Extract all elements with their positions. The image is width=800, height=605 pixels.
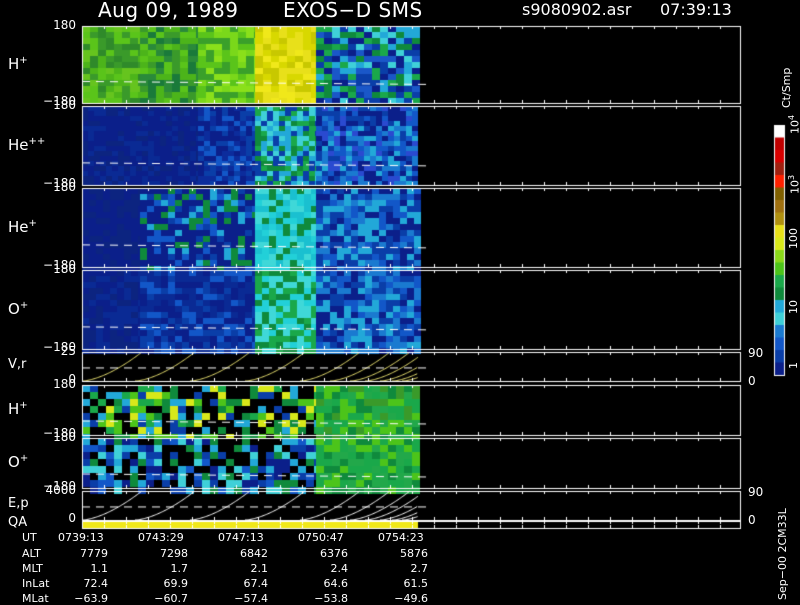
panel-label-hplus2: H+ <box>8 400 28 418</box>
ytick-max-vr: 25 <box>60 344 76 358</box>
table-row-label: UT <box>22 531 37 544</box>
colorbar-unit: Ct/Smp <box>780 67 793 108</box>
table-cell: −60.7 <box>154 592 188 605</box>
table-cell: 69.9 <box>163 577 189 590</box>
footer-note: Sep−00 2CM33L <box>776 508 789 600</box>
table-cell: 72.4 <box>83 577 109 590</box>
colorbar-tick: 10 <box>787 300 800 314</box>
colorbar-tick: 1 <box>787 362 800 369</box>
panel-label-qa: QA <box>8 514 28 530</box>
rtick-max-ep: 90 <box>748 485 764 499</box>
table-row-label: MLT <box>22 562 43 575</box>
table-cell: 0754:23 <box>378 531 424 544</box>
table-cell: 67.4 <box>243 577 269 590</box>
table-cell: 64.6 <box>323 577 349 590</box>
header-time: 07:39:13 <box>660 0 732 19</box>
rtick-min-vr: 0 <box>748 374 756 388</box>
colorbar-tick: 104 <box>787 114 800 134</box>
ytick-max-hplus2: 180 <box>53 377 76 391</box>
panel-label-oplus: O+ <box>8 299 29 318</box>
table-cell: 1.1 <box>90 562 109 575</box>
table-cell: −57.4 <box>234 592 268 605</box>
table-cell: 5876 <box>400 547 428 560</box>
spectrogram-canvas <box>0 0 800 600</box>
table-cell: 2.7 <box>410 562 429 575</box>
ytick-min-ep: 0 <box>68 511 76 525</box>
header-date: Aug 09, 1989 <box>98 0 239 22</box>
table-cell: 7298 <box>160 547 188 560</box>
table-cell: 6842 <box>240 547 268 560</box>
ytick-max-hplus: 180 <box>53 18 76 32</box>
table-cell: 1.7 <box>170 562 189 575</box>
colorbar-tick: 100 <box>787 228 800 249</box>
table-cell: 6376 <box>320 547 348 560</box>
table-cell: −49.6 <box>394 592 428 605</box>
table-row-label: InLat <box>22 577 50 590</box>
table-cell: −63.9 <box>74 592 108 605</box>
table-row-label: ALT <box>22 547 41 560</box>
rtick-max-vr: 90 <box>748 346 764 360</box>
table-cell: 61.5 <box>403 577 429 590</box>
table-cell: 2.1 <box>250 562 269 575</box>
table-cell: 0750:47 <box>298 531 344 544</box>
ytick-max-oplus: 180 <box>53 262 76 276</box>
panel-label-hep: He+ <box>8 217 37 236</box>
ytick-max-hep: 180 <box>53 180 76 194</box>
colorbar-tick: 103 <box>787 174 800 194</box>
ytick-max-ep: 4000 <box>45 483 76 497</box>
table-cell: 2.4 <box>330 562 349 575</box>
ytick-max-oplus2: 180 <box>53 430 76 444</box>
panel-label-oplus2: O+ <box>8 453 29 471</box>
table-cell: 0739:13 <box>58 531 104 544</box>
table-row-label: MLat <box>22 592 49 605</box>
table-cell: 7779 <box>80 547 108 560</box>
ytick-max-hepp: 180 <box>53 98 76 112</box>
header-instrument: EXOS−D SMS <box>283 0 423 22</box>
header-file: s9080902.asr <box>522 0 632 19</box>
table-cell: 0747:13 <box>218 531 264 544</box>
table-cell: 0743:29 <box>138 531 184 544</box>
table-cell: −53.8 <box>314 592 348 605</box>
panel-label-vr: V,r <box>8 356 27 372</box>
panel-label-ep: E,p <box>8 495 29 511</box>
panel-label-hplus: H+ <box>8 54 28 73</box>
panel-label-hepp: He++ <box>8 135 46 154</box>
